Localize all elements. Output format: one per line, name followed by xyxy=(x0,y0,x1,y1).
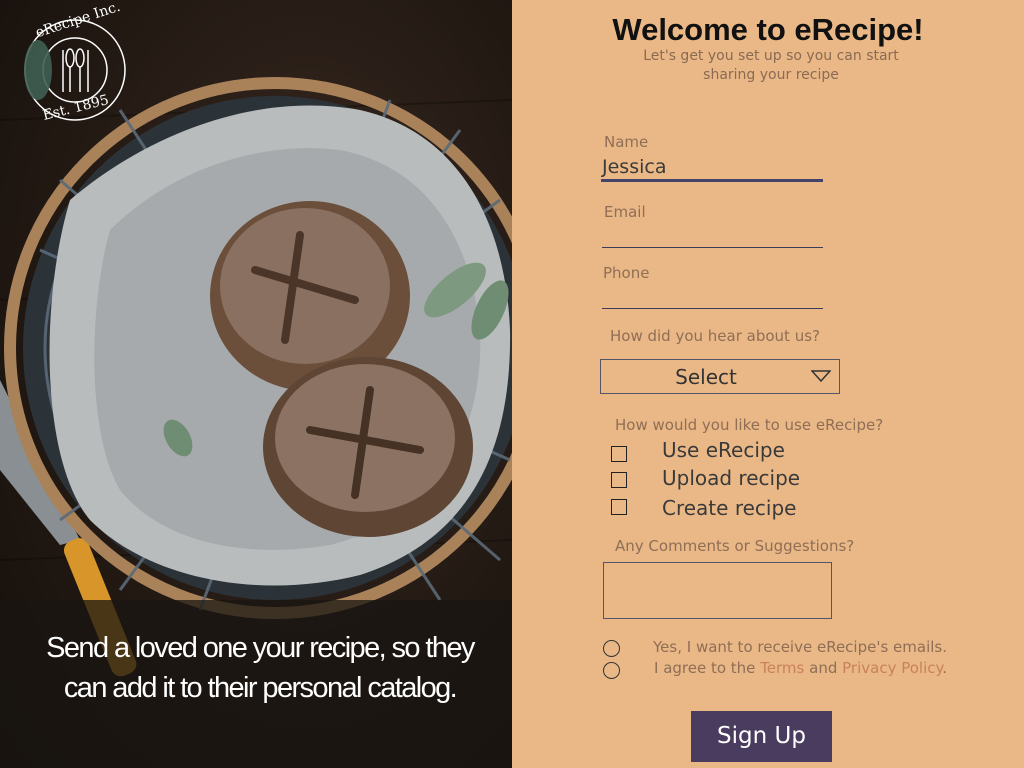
emails-radio[interactable] xyxy=(603,640,620,657)
privacy-policy-link[interactable]: Privacy Policy xyxy=(842,659,942,677)
terms-radio[interactable] xyxy=(603,662,620,679)
use-erecipe-label: Use eRecipe xyxy=(662,438,785,462)
comments-label: Any Comments or Suggestions? xyxy=(615,537,855,555)
emails-consent-label: Yes, I want to receive eRecipe's emails. xyxy=(653,638,947,656)
select-value: Select xyxy=(675,365,737,389)
name-underline xyxy=(601,179,823,182)
email-field[interactable] xyxy=(602,222,824,246)
upload-recipe-checkbox[interactable] xyxy=(611,472,627,488)
sign-up-button[interactable]: Sign Up xyxy=(691,711,832,762)
hero-tagline: Send a loved one your recipe, so they ca… xyxy=(46,632,475,704)
upload-recipe-label: Upload recipe xyxy=(662,466,801,490)
email-underline xyxy=(602,247,823,248)
usage-label: How would you like to use eRecipe? xyxy=(615,416,884,434)
email-label: Email xyxy=(604,203,646,221)
name-field[interactable]: Jessica xyxy=(602,156,824,178)
consent-suffix: . xyxy=(942,659,948,677)
phone-label: Phone xyxy=(603,264,650,282)
use-erecipe-checkbox[interactable] xyxy=(611,446,627,462)
hear-about-select[interactable]: Select xyxy=(600,359,840,394)
phone-underline xyxy=(602,308,823,309)
hero-panel: eRecipe Inc. Est. 1895 Send a loved one … xyxy=(0,0,512,768)
create-recipe-label: Create recipe xyxy=(662,496,797,520)
terms-consent-label: I agree to the Terms and Privacy Policy. xyxy=(654,659,947,677)
comments-textarea[interactable] xyxy=(603,562,832,619)
name-label: Name xyxy=(604,133,649,151)
create-recipe-checkbox[interactable] xyxy=(611,499,627,515)
and-text: and xyxy=(804,659,843,677)
page-title: Welcome to eRecipe! xyxy=(612,12,924,47)
chevron-down-icon xyxy=(811,370,831,383)
terms-link[interactable]: Terms xyxy=(760,659,804,677)
phone-field[interactable] xyxy=(602,284,824,308)
signup-form: Welcome to eRecipe! Let's get you set up… xyxy=(512,0,1024,768)
page-subtitle: Let's get you set up so you can start sh… xyxy=(643,48,899,83)
hear-about-label: How did you hear about us? xyxy=(610,327,820,345)
agree-prefix: I agree to the xyxy=(654,659,761,677)
logo: eRecipe Inc. Est. 1895 xyxy=(18,0,133,126)
